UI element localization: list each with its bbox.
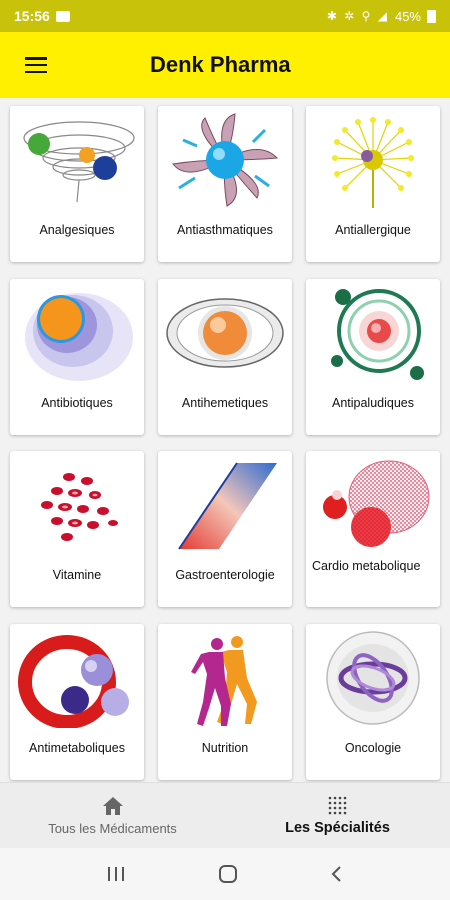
home-button-icon[interactable]	[217, 863, 239, 885]
orange-cell-icon	[25, 292, 133, 381]
specialty-label: Antiallergique	[335, 223, 411, 237]
analgesic-swirl-icon	[23, 121, 135, 203]
battery-text: 45%	[394, 8, 421, 24]
specialty-label: Cardio metabolique	[312, 559, 421, 573]
nav-specialties[interactable]: Les Spécialités	[225, 783, 450, 848]
nav-all-medicines-label: Tous les Médicaments	[48, 820, 177, 836]
system-navigation-bar	[0, 848, 450, 900]
specialty-card-antimetaboliques[interactable]: Antimetaboliques	[10, 623, 144, 780]
specialty-card-vitamine[interactable]: Vitamine	[10, 451, 144, 607]
purple-rings-icon	[326, 630, 420, 725]
specialty-label: Antibiotiques	[41, 395, 113, 410]
specialty-card-antibiotiques[interactable]: Antibiotiques	[10, 278, 144, 435]
specialty-card-analgesiques[interactable]: Analgesiques	[10, 106, 144, 262]
hamburger-menu-icon	[25, 57, 47, 73]
status-bar: 15:56 ✱ ✲ ⚲ ◢ 45%	[0, 0, 450, 32]
battery-icon	[427, 9, 436, 23]
specialty-label: Gastroenterologie	[175, 568, 275, 582]
grid-dots-icon	[328, 796, 346, 815]
specialty-card-antiallergique[interactable]: Antiallergique	[306, 106, 440, 262]
specialty-card-antiasthmatiques[interactable]: Antiasthmatiques	[158, 106, 292, 262]
specialty-card-antihemetiques[interactable]: Antihemetiques	[158, 278, 292, 435]
specialty-label: Antipaludiques	[331, 395, 414, 410]
status-time: 15:56	[14, 8, 50, 24]
home-icon	[102, 796, 123, 815]
specialty-card-antipaludiques[interactable]: Antipaludiques	[306, 278, 440, 435]
specialty-label: Oncologie	[344, 740, 402, 755]
gradient-parallelogram-icon	[178, 462, 277, 550]
eye-sphere-icon	[166, 297, 284, 368]
specialties-grid: Analgesiques Antiasthmatiques Antiallerg…	[0, 98, 450, 782]
menu-button[interactable]	[0, 32, 72, 98]
specialty-label: Vitamine	[52, 568, 102, 582]
orbit-icon	[331, 288, 424, 380]
nav-specialties-label: Les Spécialités	[285, 820, 390, 836]
status-icons: ✱ ✲ ⚲ ◢	[326, 9, 389, 23]
recent-apps-icon[interactable]	[105, 865, 127, 883]
specialty-label: Antiasthmatiques	[177, 223, 273, 237]
dandelion-icon	[332, 117, 414, 208]
status-right: ✱ ✲ ⚲ ◢ 45%	[327, 9, 436, 24]
net-spheres-icon	[323, 460, 430, 547]
runners-icon	[191, 635, 257, 726]
red-ring-spheres-icon	[18, 634, 129, 728]
nav-all-medicines[interactable]: Tous les Médicaments	[0, 783, 225, 848]
back-icon[interactable]	[329, 864, 345, 884]
app-title: Denk Pharma	[150, 52, 291, 77]
specialty-label: Antihemetiques	[181, 395, 269, 410]
specialty-card-oncologie[interactable]: Oncologie	[306, 623, 440, 780]
specialty-card-nutrition[interactable]: Nutrition	[158, 623, 292, 780]
bottom-navigation: Tous les Médicaments Les Spécialités	[0, 782, 450, 848]
specialty-card-gastroenterologie[interactable]: Gastroenterologie	[158, 451, 292, 607]
app-bar: Denk Pharma	[0, 32, 450, 98]
specialty-label: Antimetaboliques	[29, 740, 125, 755]
specialty-card-cardio-metabolique[interactable]: Cardio metabolique	[306, 451, 440, 607]
antiasthma-fan-icon	[172, 113, 279, 207]
message-icon	[55, 10, 70, 22]
specialty-label: Nutrition	[201, 740, 249, 755]
blood-cells-icon	[41, 473, 118, 541]
specialty-label: Analgesiques	[39, 223, 115, 237]
